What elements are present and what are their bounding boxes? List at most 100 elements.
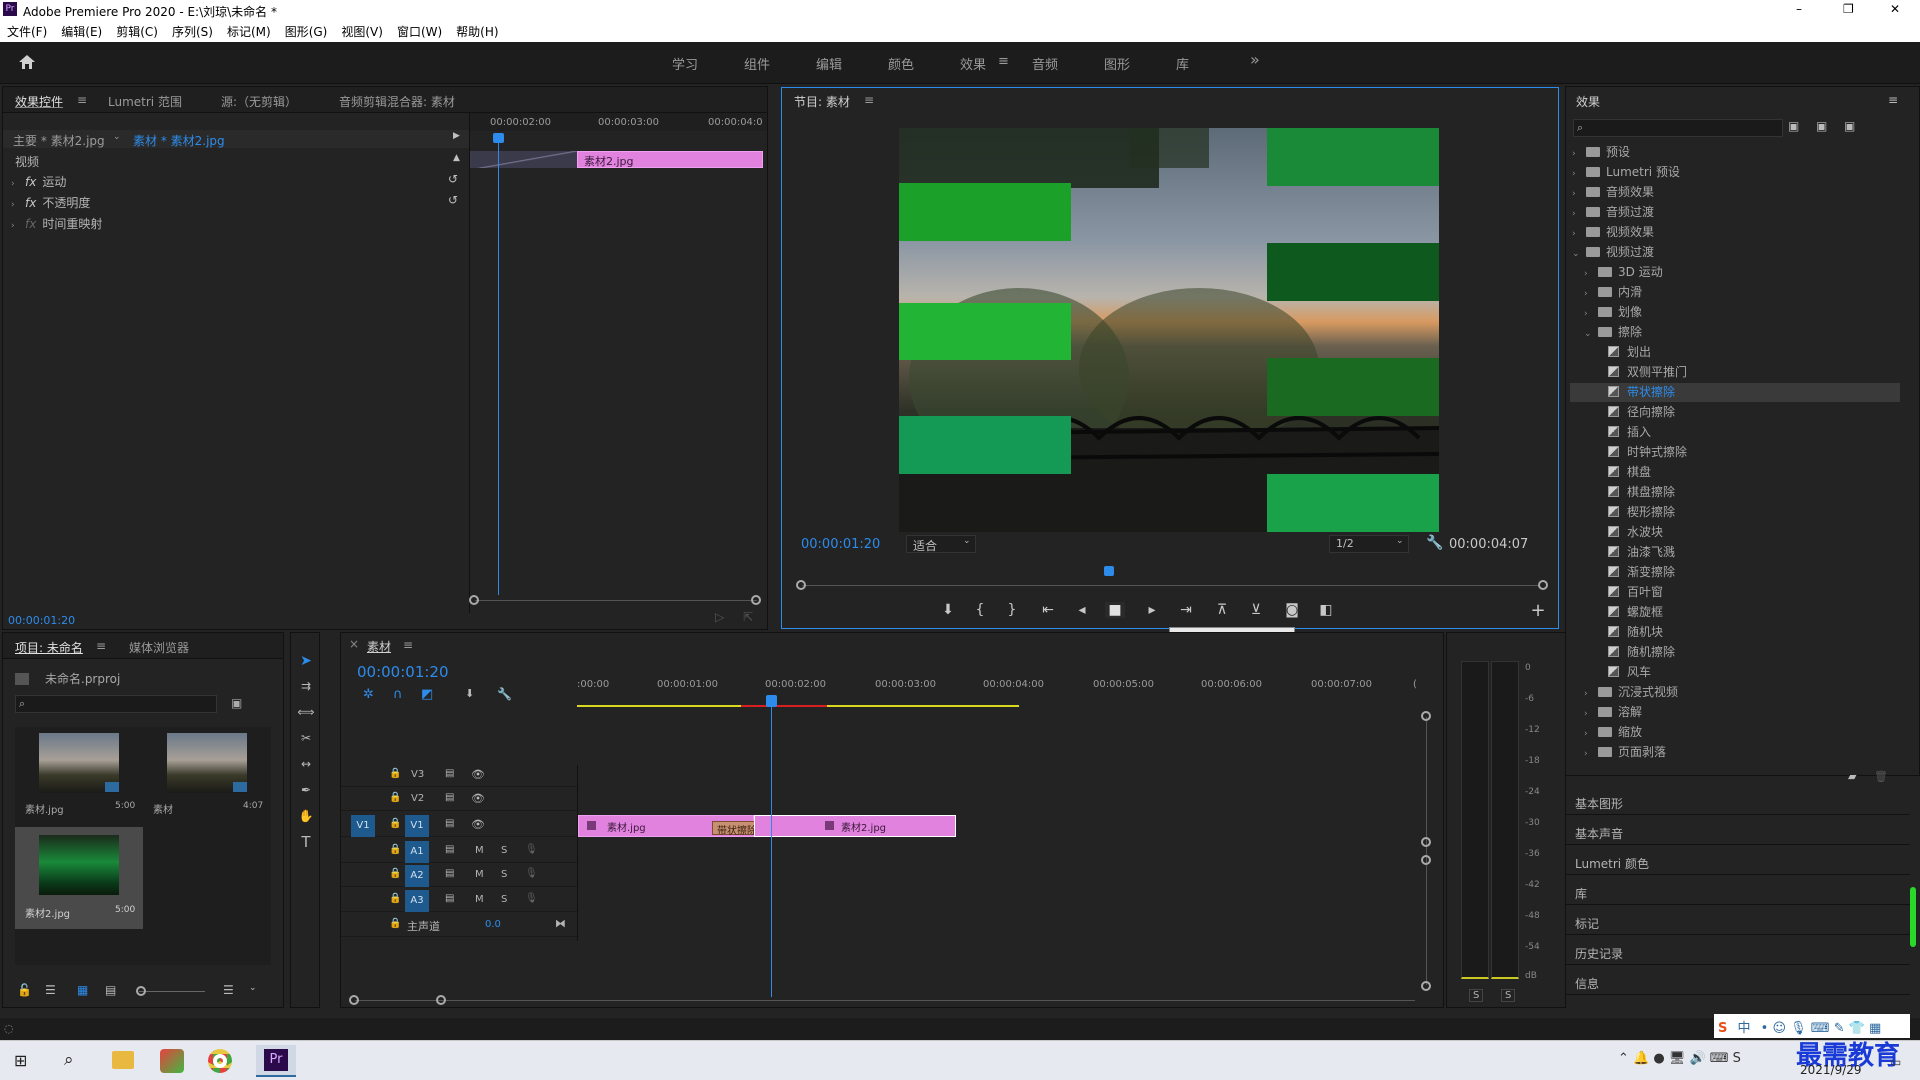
horizontal-scroll-track[interactable] (355, 1000, 1415, 1001)
effect-item[interactable]: 时钟式擦除 (1570, 443, 1900, 462)
track-target-v1[interactable]: V1 (405, 815, 429, 837)
timeline-timecode[interactable]: 00:00:01:20 (357, 663, 449, 681)
close-tab-icon[interactable]: × (349, 637, 359, 651)
effects-panel-title[interactable]: 效果 (1576, 93, 1600, 110)
nest-icon[interactable]: ✲ (363, 687, 374, 702)
add-button[interactable]: + (1528, 600, 1548, 621)
workspace-tab-color[interactable]: 颜色 (888, 54, 914, 73)
32bit-effects-icon[interactable]: ▣ (1816, 119, 1827, 133)
chevron-down-icon[interactable]: ⌄ (113, 132, 121, 142)
solo-left-button[interactable]: S (1469, 989, 1484, 1002)
effect-item[interactable]: 双侧平推门 (1570, 363, 1900, 382)
master-volume-value[interactable]: 0.0 (485, 919, 501, 930)
solo-button[interactable]: S (501, 845, 507, 856)
effect-item[interactable]: 棋盘擦除 (1570, 483, 1900, 502)
panel-libraries[interactable]: 库 (1565, 877, 1910, 905)
zoom-slider-handle[interactable] (136, 986, 146, 996)
eye-icon[interactable]: 👁 (471, 768, 485, 781)
program-monitor-title[interactable]: 节目: 素材 (794, 93, 850, 110)
project-search-input[interactable]: ⌕ (15, 695, 217, 713)
effect-folder[interactable]: › 溶解 (1570, 703, 1900, 722)
premiere-taskbar-icon[interactable]: Pr (256, 1045, 296, 1077)
chevron-right-icon[interactable]: › (1572, 149, 1582, 159)
stop-icon[interactable]: ■ (1105, 602, 1125, 618)
effect-folder[interactable]: › 内滑 (1570, 283, 1900, 302)
chevron-down-icon[interactable]: ⌄ (1584, 329, 1594, 339)
effect-folder[interactable]: › 3D 运动 (1570, 263, 1900, 282)
workspace-menu-icon[interactable]: ≡ (998, 54, 1009, 69)
menu-sequence[interactable]: 序列(S) (165, 20, 220, 40)
menu-view[interactable]: 视图(V) (334, 20, 390, 40)
app-icon[interactable] (160, 1049, 184, 1073)
effect-item[interactable]: 楔形擦除 (1570, 503, 1900, 522)
panel-essential-sound[interactable]: 基本声音 (1565, 817, 1910, 845)
tab-source[interactable]: 源:（无剪辑） (221, 93, 297, 110)
ripple-edit-tool-icon[interactable]: ⟺ (295, 705, 317, 719)
timeline-playhead[interactable] (771, 707, 772, 997)
effect-folder[interactable]: › 音频效果 (1570, 183, 1900, 202)
new-bin-icon[interactable]: ▣ (231, 696, 242, 710)
effect-item[interactable]: 随机擦除 (1570, 643, 1900, 662)
workspace-tab-audio[interactable]: 音频 (1032, 54, 1058, 73)
chevron-right-icon[interactable]: › (1584, 729, 1594, 739)
prop-time-remap[interactable]: › fx 时间重映射 (11, 215, 102, 232)
quality-dropdown[interactable]: 1/2 ⌄ (1329, 535, 1409, 553)
effect-item[interactable]: 插入 (1570, 423, 1900, 442)
microphone-icon[interactable]: 🎙 (525, 844, 538, 855)
zoom-slider[interactable] (139, 991, 205, 992)
panel-markers[interactable]: 标记 (1565, 907, 1910, 935)
eye-icon[interactable]: 👁 (471, 792, 485, 805)
list-view-icon[interactable]: ☰ (45, 983, 56, 997)
windows-start-icon[interactable]: ⊞ (14, 1051, 27, 1070)
pen-tool-icon[interactable]: ✒ (295, 783, 317, 797)
sequence-clip-label[interactable]: 素材 * 素材2.jpg (133, 132, 225, 149)
chevron-right-icon[interactable]: › (1572, 229, 1582, 239)
sync-lock-icon[interactable]: ▤ (445, 818, 454, 829)
panel-history[interactable]: 历史记录 (1565, 937, 1910, 965)
play-only-icon[interactable]: ▶ (453, 131, 460, 141)
settings-wrench-icon[interactable]: 🔧 (1426, 535, 1443, 551)
mark-out-icon[interactable]: } (1002, 602, 1022, 618)
razor-tool-icon[interactable]: ✂ (295, 731, 317, 745)
timeline-menu-icon[interactable]: ≡ (403, 638, 413, 652)
master-clip-label[interactable]: 主要 * 素材2.jpg (13, 132, 105, 149)
file-explorer-icon[interactable] (112, 1051, 134, 1069)
clip-material2-jpg[interactable]: 素材2.jpg (754, 815, 956, 837)
menu-help[interactable]: 帮助(H) (449, 20, 505, 40)
effect-folder[interactable]: › 划像 (1570, 303, 1900, 322)
comparison-view-icon[interactable]: ◧ (1316, 602, 1336, 618)
program-scrubber-track[interactable] (802, 585, 1540, 586)
scroll-handle[interactable] (1421, 981, 1431, 991)
track-master[interactable]: 🔒 主声道 0.0 ⧓ (341, 915, 577, 937)
reset-icon[interactable]: ↺ (448, 172, 458, 186)
snap-magnet-icon[interactable]: ∩ (393, 687, 403, 702)
effect-item[interactable]: 风车 (1570, 663, 1900, 682)
filter-icon[interactable]: ▷ (715, 610, 724, 624)
track-lock-icon[interactable]: 🔒 (389, 792, 401, 803)
prop-motion[interactable]: › fx 运动 (11, 173, 66, 190)
ec-clip-bar[interactable]: 素材2.jpg (577, 151, 763, 168)
sync-lock-icon[interactable]: ▤ (445, 844, 454, 855)
eye-icon[interactable]: 👁 (471, 818, 485, 831)
hand-tool-icon[interactable]: ✋ (295, 809, 317, 823)
notification-icon[interactable]: ▭ (1890, 1055, 1901, 1069)
ec-zoom-scrollbar[interactable] (475, 600, 757, 601)
source-patch-v1[interactable]: V1 (351, 815, 375, 837)
program-timecode[interactable]: 00:00:01:20 (801, 537, 880, 552)
project-item[interactable]: 素材 4:07 (143, 727, 271, 825)
ec-playhead[interactable] (498, 135, 499, 595)
chevron-right-icon[interactable]: › (1584, 289, 1594, 299)
export-frame-icon[interactable]: ⇱ (743, 610, 753, 624)
search-icon[interactable]: ⌕ (64, 1050, 74, 1070)
timeline-settings-wrench-icon[interactable]: 🔧 (497, 687, 512, 701)
track-lock-icon[interactable]: 🔒 (389, 768, 401, 779)
scroll-handle[interactable] (436, 995, 446, 1005)
effect-item[interactable]: 油漆飞溅 (1570, 543, 1900, 562)
sort-icon[interactable]: ☰ (223, 983, 234, 997)
track-v3[interactable]: 🔒 V3 ▤ 👁 (341, 765, 577, 787)
workspace-tab-libraries[interactable]: 库 (1176, 54, 1189, 73)
track-v2[interactable]: 🔒 V2 ▤ 👁 (341, 789, 577, 811)
workspace-tab-editing[interactable]: 编辑 (816, 54, 842, 73)
effect-item[interactable]: 百叶窗 (1570, 583, 1900, 602)
program-video-frame[interactable] (899, 128, 1439, 532)
